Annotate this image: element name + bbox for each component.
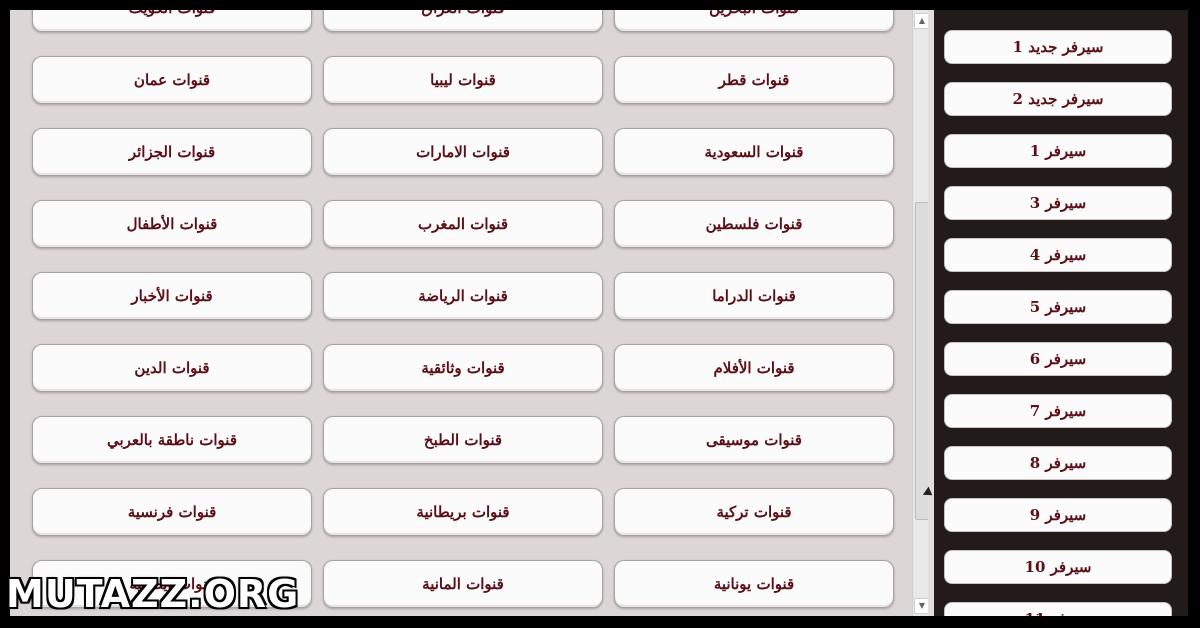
server-button[interactable]: سيرفر 11 bbox=[944, 602, 1172, 616]
channel-button[interactable]: قنوات الدين bbox=[32, 344, 312, 392]
channel-panel: قنوات الكويت قنوات العراق قنوات البحرين … bbox=[10, 10, 912, 616]
server-button[interactable]: سيرفر 1 bbox=[944, 134, 1172, 168]
channel-button[interactable]: قنوات يونانية bbox=[614, 560, 894, 608]
channel-button[interactable]: قنوات الأخبار bbox=[32, 272, 312, 320]
channel-button[interactable]: قنوات تركية bbox=[614, 488, 894, 536]
channel-button[interactable]: قنوات الامارات bbox=[323, 128, 603, 176]
channel-button[interactable]: قنوات موسيقى bbox=[614, 416, 894, 464]
server-button[interactable]: سيرفر 5 bbox=[944, 290, 1172, 324]
channel-button[interactable]: قنوات فلسطين bbox=[614, 200, 894, 248]
server-list: سيرفر جديد 1 سيرفر جديد 2 سيرفر 1 سيرفر … bbox=[944, 30, 1172, 616]
server-button[interactable]: سيرفر 3 bbox=[944, 186, 1172, 220]
scrollbar-thumb[interactable] bbox=[915, 202, 929, 520]
server-button[interactable]: سيرفر 6 bbox=[944, 342, 1172, 376]
channel-button[interactable]: قنوات فرنسية bbox=[32, 488, 312, 536]
channel-button[interactable]: قنوات المانية bbox=[323, 560, 603, 608]
channel-button[interactable]: قنوات ليبيا bbox=[323, 56, 603, 104]
channel-button[interactable]: قنوات عمان bbox=[32, 56, 312, 104]
channel-button[interactable]: قنوات الجزائر bbox=[32, 128, 312, 176]
channel-button[interactable]: قنوات ناطقة بالعربي bbox=[32, 416, 312, 464]
channel-button[interactable]: قنوات الطبخ bbox=[323, 416, 603, 464]
channel-button[interactable]: قنوات السعودية bbox=[614, 128, 894, 176]
server-button[interactable]: سيرفر جديد 1 bbox=[944, 30, 1172, 64]
server-button[interactable]: سيرفر 7 bbox=[944, 394, 1172, 428]
site-watermark: MUTAZZ.ORG bbox=[6, 572, 300, 616]
channel-grid: قنوات الكويت قنوات العراق قنوات البحرين … bbox=[32, 10, 898, 608]
channel-button[interactable]: قنوات الدراما bbox=[614, 272, 894, 320]
server-button[interactable]: سيرفر 4 bbox=[944, 238, 1172, 272]
server-button[interactable]: سيرفر جديد 2 bbox=[944, 82, 1172, 116]
channel-button[interactable]: قنوات الرياضة bbox=[323, 272, 603, 320]
channel-button[interactable]: قنوات المغرب bbox=[323, 200, 603, 248]
channel-button[interactable]: قنوات الكويت bbox=[32, 10, 312, 32]
channel-button[interactable]: قنوات البحرين bbox=[614, 10, 894, 32]
server-panel: سيرفر جديد 1 سيرفر جديد 2 سيرفر 1 سيرفر … bbox=[934, 10, 1188, 616]
server-button[interactable]: سيرفر 9 bbox=[944, 498, 1172, 532]
channel-button[interactable]: قنوات العراق bbox=[323, 10, 603, 32]
channel-button[interactable]: قنوات قطر bbox=[614, 56, 894, 104]
channel-button[interactable]: قنوات بريطانية bbox=[323, 488, 603, 536]
channel-button[interactable]: قنوات الأفلام bbox=[614, 344, 894, 392]
channel-button[interactable]: قنوات الأطفال bbox=[32, 200, 312, 248]
server-button[interactable]: سيرفر 8 bbox=[944, 446, 1172, 480]
server-button[interactable]: سيرفر 10 bbox=[944, 550, 1172, 584]
app-window: قنوات الكويت قنوات العراق قنوات البحرين … bbox=[10, 10, 1188, 616]
channel-button[interactable]: قنوات وثائقية bbox=[323, 344, 603, 392]
vertical-scrollbar[interactable]: ▲ ▼ bbox=[912, 10, 930, 616]
